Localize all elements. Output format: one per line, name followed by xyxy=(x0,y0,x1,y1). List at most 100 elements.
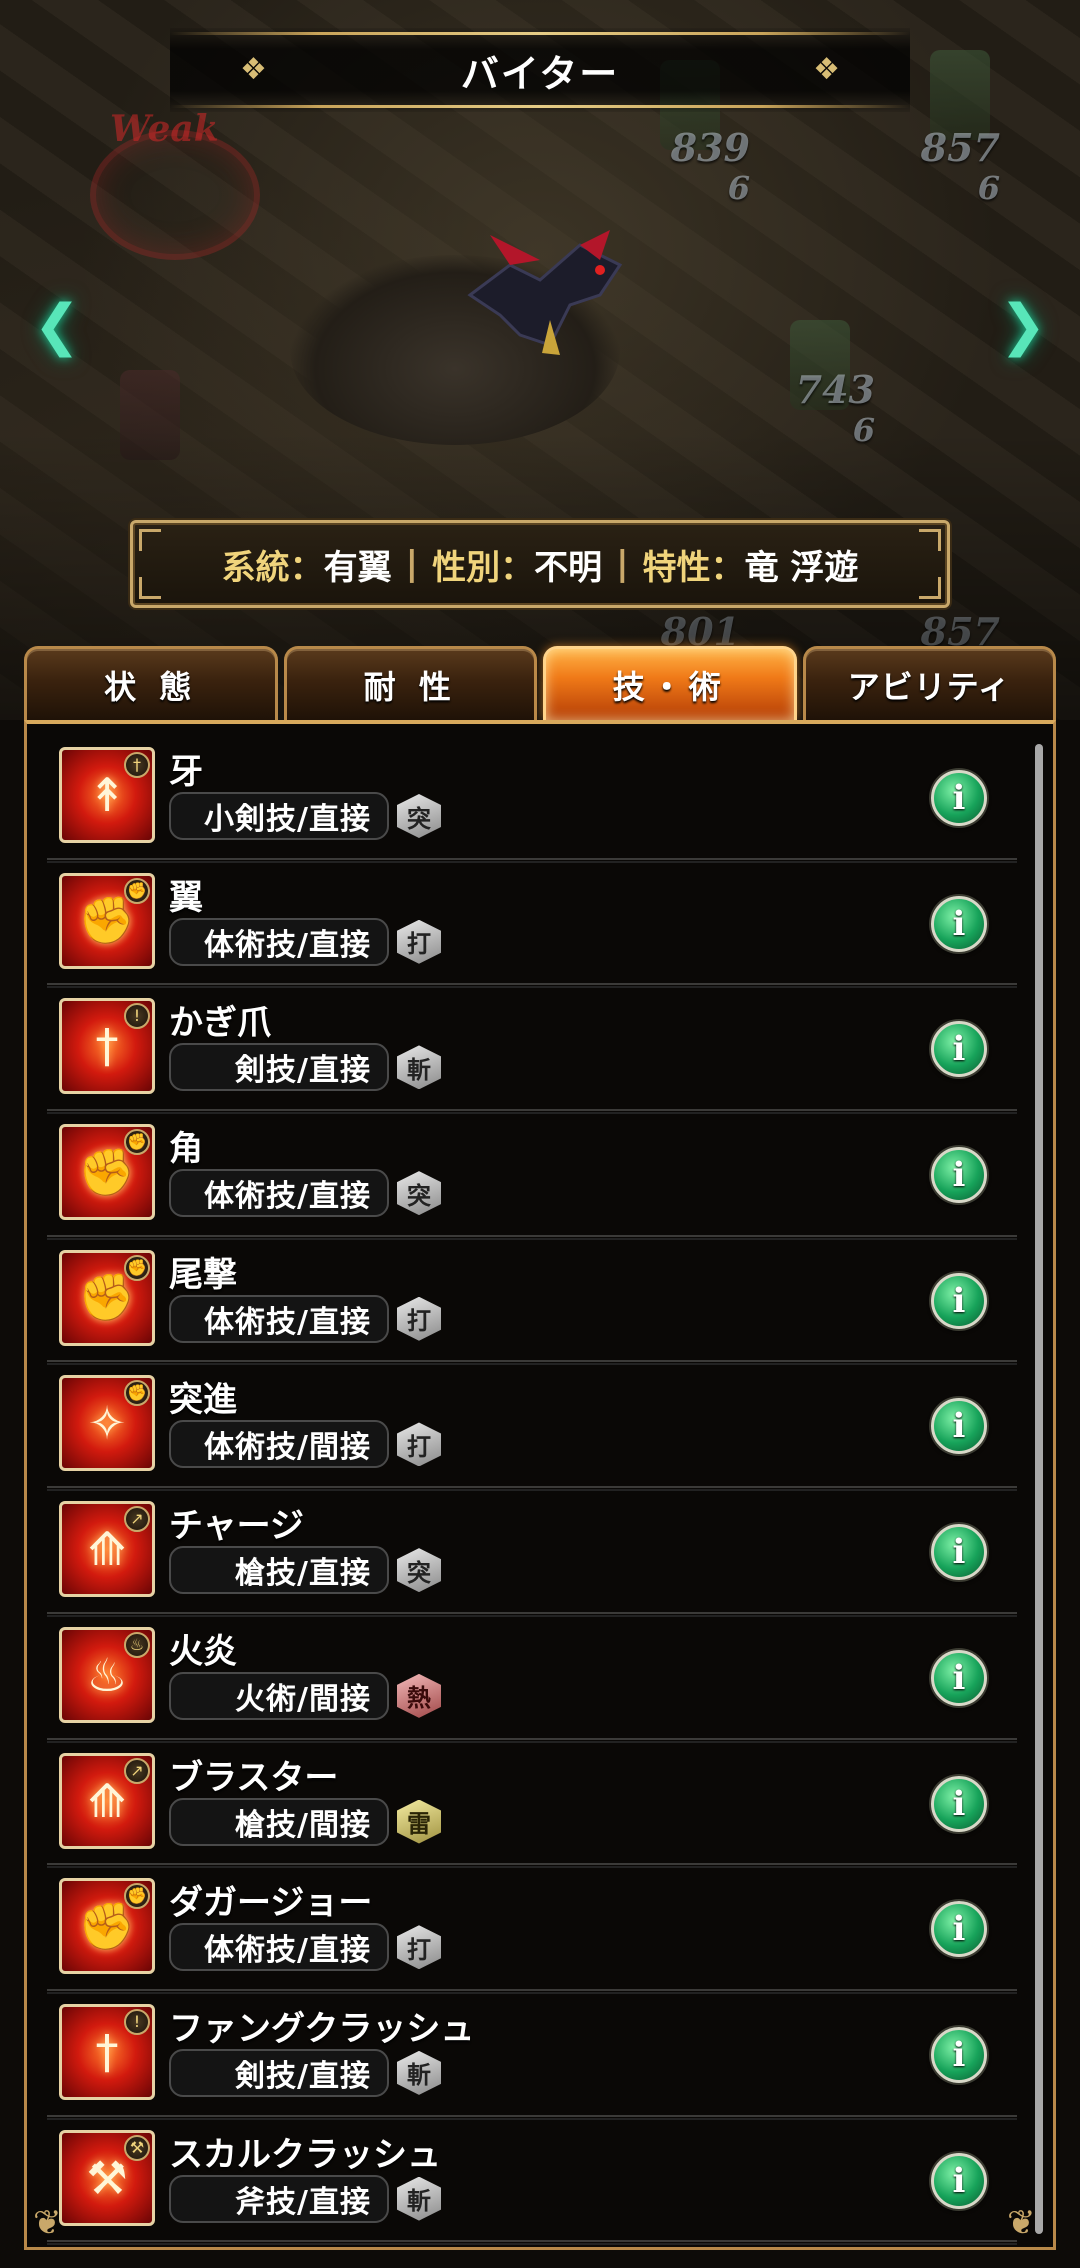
skill-row[interactable]: ⚒ ⚒ スカルクラッシュ 斧技/直接斬 i xyxy=(47,2117,1017,2245)
skill-name: 牙 xyxy=(169,752,203,792)
skill-row[interactable]: ✊ ✊ 尾撃 体術技/直接打 i xyxy=(47,1237,1017,1366)
skill-category: 斧技/直接 xyxy=(169,2174,389,2223)
chevron-left-icon: ❮ xyxy=(33,292,81,358)
dagger-icon: ↟ † xyxy=(59,747,155,843)
skill-name: スカルクラッシュ xyxy=(169,2134,441,2175)
skill-name: ファングクラッシュ xyxy=(169,2008,475,2049)
fist-icon: ✊ ✊ xyxy=(59,1124,155,1221)
skill-info-button[interactable]: i xyxy=(931,895,987,952)
gender-value: 不明 xyxy=(534,547,603,588)
weapon-type-icon: ✊ xyxy=(124,1380,150,1407)
tab-abilities[interactable]: アビリティ xyxy=(802,646,1056,720)
chevron-right-icon: ❯ xyxy=(999,292,1047,358)
skill-info-button[interactable]: i xyxy=(931,2152,987,2209)
skill-name: チャージ xyxy=(169,1506,304,1547)
weapon-type-icon: ↗ xyxy=(124,1757,150,1784)
skill-info-button[interactable]: i xyxy=(931,1398,987,1455)
trait-value: 竜 浮遊 xyxy=(744,547,859,588)
next-enemy-button[interactable]: ❯ xyxy=(988,280,1058,370)
skill-row[interactable]: ⟰ ↗ チャージ 槍技/直接突 i xyxy=(47,1488,1017,1617)
damage-type-badge: 熱 xyxy=(397,1673,441,1718)
skill-row[interactable]: ✊ ✊ 翼体術技/直接打 i xyxy=(47,860,1017,989)
skill-name: ダガージョー xyxy=(169,1883,373,1924)
info-icon: i xyxy=(952,1029,966,1070)
weak-label: Weak xyxy=(110,108,219,150)
skill-category: 剣技/直接 xyxy=(169,2048,389,2097)
damage-type-badge: 斬 xyxy=(397,2050,441,2095)
sword-icon: †! xyxy=(59,2003,155,2100)
info-icon: i xyxy=(952,1532,966,1573)
skill-row[interactable]: ♨ ♨ 火炎 火術/間接熱 i xyxy=(47,1614,1017,1743)
tab-status[interactable]: 状 態 xyxy=(24,646,278,720)
party-hp: 839 6 xyxy=(670,125,750,208)
weak-target-ring xyxy=(90,130,260,260)
gender-key: 性別： xyxy=(432,547,535,588)
damage-type-badge: 打 xyxy=(397,1296,441,1341)
damage-type-badge: 雷 xyxy=(397,1799,441,1844)
skill-name: 尾撃 xyxy=(169,1254,237,1295)
skill-name: 角 xyxy=(169,1129,203,1170)
fist-icon: ✊ ✊ xyxy=(59,1249,155,1346)
ally-sprite xyxy=(790,320,850,410)
spear-icon: ⟰ ↗ xyxy=(59,1752,155,1849)
divider: | xyxy=(405,544,419,584)
skill-info-button[interactable]: i xyxy=(931,1021,987,1078)
tab-skills[interactable]: 技・術 xyxy=(543,646,797,720)
info-icon: i xyxy=(952,1155,966,1196)
skill-row[interactable]: ✊ ✊ 角体術技/直接突 i xyxy=(47,1111,1017,1240)
trait-key: 特性： xyxy=(642,547,745,588)
skill-row[interactable]: ✊ ✊ ダガージョー 体術技/直接打 i xyxy=(47,1865,1017,1994)
ally-sprite xyxy=(930,50,990,140)
info-icon: i xyxy=(952,2160,966,2201)
lineage-key: 系統： xyxy=(221,547,324,588)
damage-type-badge: 打 xyxy=(397,919,441,964)
fist-icon: ✊ ✊ xyxy=(59,872,155,969)
skill-row[interactable]: †! かぎ爪 剣技/直接斬 i xyxy=(47,985,1017,1114)
weapon-type-icon: † xyxy=(124,752,150,778)
skill-info-button[interactable]: i xyxy=(931,1272,987,1329)
weapon-type-icon: ⚒ xyxy=(124,2134,150,2161)
skill-category: 体術技/直接 xyxy=(169,1923,389,1972)
skill-category: 体術技/直接 xyxy=(169,1294,389,1343)
skill-info-button[interactable]: i xyxy=(931,1649,987,1706)
info-icon: i xyxy=(952,903,966,944)
scrollbar-thumb[interactable] xyxy=(1035,744,1043,2234)
skill-row[interactable]: †! ファングクラッシュ 剣技/直接斬 i xyxy=(47,1991,1017,2120)
weapon-type-icon: ✊ xyxy=(124,877,150,904)
skill-info-button[interactable]: i xyxy=(931,1775,987,1832)
enemy-attributes-plate: 系統： 有翼 | 性別： 不明 | 特性： 竜 浮遊 xyxy=(130,520,950,608)
fist-icon: ✊ ✊ xyxy=(59,1878,155,1975)
sword-icon: †! xyxy=(59,998,155,1095)
damage-type-badge: 斬 xyxy=(397,1045,441,1090)
skill-category: 槍技/間接 xyxy=(169,1797,389,1846)
info-icon: i xyxy=(952,1280,966,1321)
skill-row[interactable]: ✧ ✊ 突進 体術技/間接打 i xyxy=(47,1362,1017,1491)
skill-info-button[interactable]: i xyxy=(931,2026,987,2083)
skill-info-button[interactable]: i xyxy=(931,1901,987,1958)
skill-list: ↟ † 牙小剣技/直接突 i ✊ ✊ 翼体術技/直接打 i †! かぎ爪 剣技/直接斬 i ✊ ✊ 角体術技… xyxy=(47,734,1017,2245)
info-icon: i xyxy=(952,1406,966,1447)
info-icon: i xyxy=(952,1909,966,1950)
skill-info-button[interactable]: i xyxy=(931,1147,987,1204)
martial-sweep-icon: ✧ ✊ xyxy=(59,1375,155,1472)
skill-name: ブラスター xyxy=(169,1757,339,1798)
page-title: バイター xyxy=(460,51,620,96)
info-icon: i xyxy=(952,778,966,818)
skill-info-button[interactable]: i xyxy=(931,770,987,826)
skill-row[interactable]: ↟ † 牙小剣技/直接突 i xyxy=(47,734,1017,863)
tab-resistance[interactable]: 耐 性 xyxy=(283,646,537,720)
skill-info-button[interactable]: i xyxy=(931,1524,987,1581)
lineage-value: 有翼 xyxy=(323,547,392,588)
weapon-type-icon: ✊ xyxy=(124,1883,150,1910)
prev-enemy-button[interactable]: ❮ xyxy=(22,280,92,370)
scrollbar[interactable] xyxy=(1035,744,1043,2234)
skill-name: 突進 xyxy=(169,1380,237,1421)
weapon-type-icon: ! xyxy=(124,2008,150,2035)
detail-tabs: 状 態 耐 性 技・術 アビリティ xyxy=(24,646,1056,720)
corner-ornament-icon: ❦ xyxy=(1007,2203,1036,2243)
biter-dragon-sprite xyxy=(467,230,623,355)
weapon-type-icon: ✊ xyxy=(124,1129,150,1156)
skill-row[interactable]: ⟰ ↗ ブラスター 槍技/間接雷 i xyxy=(47,1740,1017,1868)
skill-category: 剣技/直接 xyxy=(169,1043,389,1092)
damage-type-badge: 突 xyxy=(397,1548,441,1593)
